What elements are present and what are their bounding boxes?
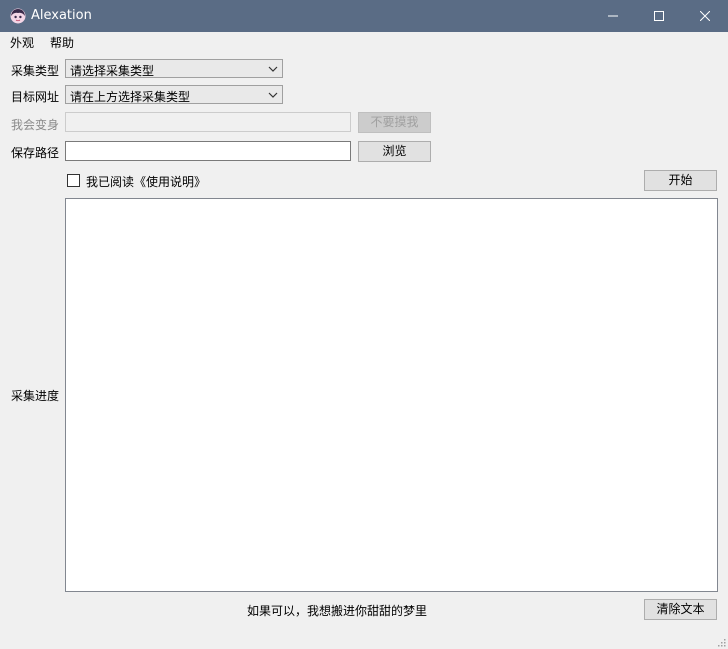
transform-input[interactable] bbox=[65, 112, 351, 132]
url-label: 目标网址 bbox=[11, 90, 60, 104]
transform-label: 我会变身 bbox=[11, 118, 60, 132]
app-icon bbox=[10, 8, 26, 24]
chevron-down-icon bbox=[268, 92, 278, 98]
type-dropdown[interactable]: 请选择采集类型 bbox=[65, 59, 283, 78]
window-title: Alexation bbox=[31, 8, 92, 23]
type-dropdown-value: 请选择采集类型 bbox=[70, 64, 155, 78]
save-path-input[interactable] bbox=[65, 141, 351, 161]
url-dropdown-value: 请在上方选择采集类型 bbox=[70, 90, 191, 104]
browse-button[interactable]: 浏览 bbox=[358, 141, 431, 162]
dont-touch-button[interactable]: 不要摸我 bbox=[358, 112, 431, 133]
agree-label[interactable]: 我已阅读《使用说明》 bbox=[86, 173, 206, 190]
menu-help[interactable]: 帮助 bbox=[50, 34, 74, 51]
menu-bar: 外观 帮助 bbox=[0, 32, 728, 51]
footer-message: 如果可以，我想搬进你甜甜的梦里 bbox=[247, 604, 428, 618]
clear-text-button[interactable]: 清除文本 bbox=[644, 599, 717, 620]
close-button[interactable] bbox=[682, 0, 728, 32]
type-label: 采集类型 bbox=[11, 64, 60, 78]
menu-appearance[interactable]: 外观 bbox=[10, 34, 34, 51]
progress-textarea[interactable] bbox=[65, 198, 718, 592]
minimize-icon bbox=[608, 15, 618, 17]
resize-grip-icon[interactable] bbox=[716, 637, 726, 647]
maximize-icon bbox=[654, 11, 664, 21]
progress-label: 采集进度 bbox=[11, 389, 60, 403]
minimize-button[interactable] bbox=[590, 0, 636, 32]
close-icon bbox=[700, 11, 710, 21]
path-label: 保存路径 bbox=[11, 146, 60, 160]
title-bar: Alexation bbox=[0, 0, 728, 32]
start-button[interactable]: 开始 bbox=[644, 170, 717, 191]
agree-checkbox[interactable] bbox=[67, 174, 80, 187]
maximize-button[interactable] bbox=[636, 0, 682, 32]
url-dropdown[interactable]: 请在上方选择采集类型 bbox=[65, 85, 283, 104]
chevron-down-icon bbox=[268, 66, 278, 72]
